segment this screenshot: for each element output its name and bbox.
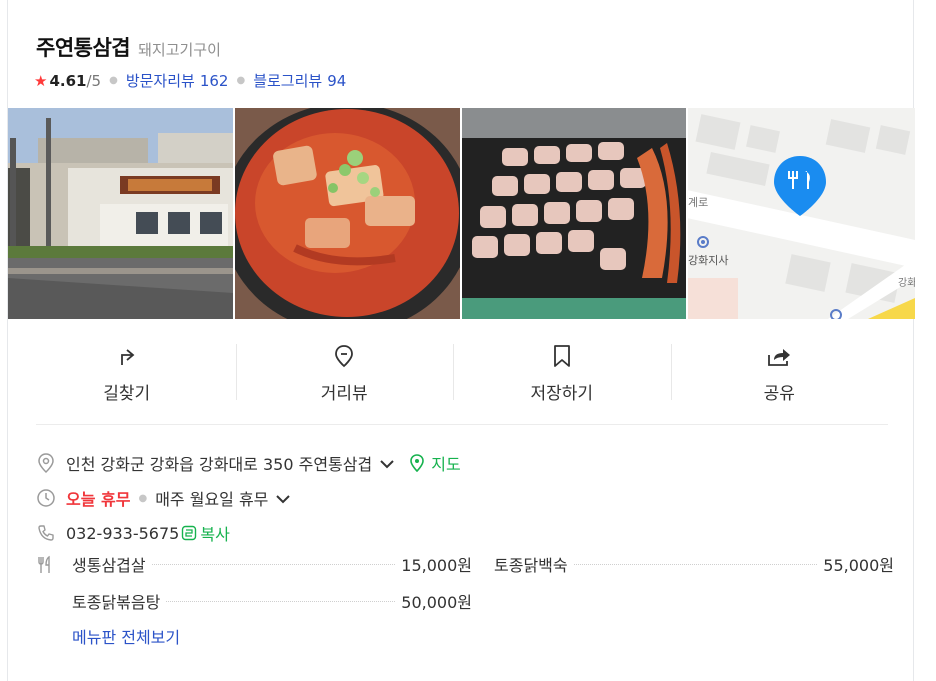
phone-icon [36, 523, 56, 543]
divider [36, 424, 888, 425]
map-link-label: 지도 [431, 455, 461, 474]
view-full-menu-link[interactable]: 메뉴판 전체보기 [72, 624, 180, 648]
visit-review-link[interactable]: 방문자리뷰 162 [126, 70, 229, 91]
menu-item: 생통삼겹살 15,000원 [72, 552, 472, 576]
photo-storefront[interactable] [8, 108, 233, 319]
location-pin-icon [36, 453, 56, 473]
menu-item-name: 토종닭볶음탕 [72, 593, 161, 612]
photo-stew[interactable] [234, 108, 460, 319]
place-name[interactable]: 주연통삼겹 [36, 32, 131, 62]
chevron-down-icon[interactable] [275, 489, 291, 508]
directions-button[interactable]: 길찾기 [18, 336, 236, 406]
rating-value: 4.61 [49, 71, 87, 90]
address-text: 인천 강화군 강화읍 강화대로 350 주연통삼겹 [66, 455, 373, 474]
address-row: 인천 강화군 강화읍 강화대로 350 주연통삼겹 지도 [36, 451, 461, 475]
menu-item: 토종닭백숙 55,000원 [494, 552, 894, 576]
save-label: 저장하기 [530, 384, 594, 404]
map-place-label: 강화지사 [688, 254, 728, 267]
menu-item-price: 15,000원 [401, 556, 472, 575]
weekly-closed-text: 매주 월요일 휴무 [155, 490, 269, 509]
closed-today-status: 오늘 휴무 [66, 490, 131, 509]
visit-review-label: 방문자리뷰 [125, 72, 195, 90]
place-card: 주연통삼겹 돼지고기구이 ★ 4.61 /5 ● 방문자리뷰 162 ● 블로그리… [7, 0, 915, 681]
share-button[interactable]: 공유 [670, 336, 889, 406]
directions-label: 길찾기 [103, 384, 151, 404]
menu-item-price: 50,000원 [401, 593, 472, 612]
place-category: 돼지고기구이 [138, 41, 221, 59]
rating-row: ★ 4.61 /5 ● 방문자리뷰 162 ● 블로그리뷰 94 [34, 70, 346, 91]
share-icon [768, 349, 791, 366]
fork-knife-icon [36, 555, 56, 575]
title-row: 주연통삼겹 돼지고기구이 [36, 32, 221, 62]
phone-row: 032-933-5675 복사 [36, 521, 230, 545]
separator-dot: ● [109, 75, 118, 86]
phone-number[interactable]: 032-933-5675 [66, 524, 179, 543]
action-bar: 길찾기 거리뷰 저장하기 공유 [18, 336, 888, 406]
leader-dots [573, 563, 818, 565]
street-view-button[interactable]: 거리뷰 [235, 336, 454, 406]
copy-icon [182, 525, 197, 541]
chevron-down-icon[interactable] [379, 454, 395, 473]
visit-review-count: 162 [199, 72, 229, 90]
menu-item: 토종닭볶음탕 50,000원 [72, 589, 472, 613]
map-thumbnail[interactable]: 계로 강화지사 강화 [688, 108, 915, 319]
map-link[interactable]: 지도 [399, 451, 461, 475]
separator-dot: ● [138, 492, 148, 504]
photo-strip: 계로 강화지사 강화 [8, 108, 915, 319]
save-button[interactable]: 저장하기 [453, 336, 671, 406]
copy-label: 복사 [200, 525, 230, 544]
map-road-label: 계로 [688, 196, 708, 209]
menu-item-name: 토종닭백숙 [494, 556, 568, 575]
separator-dot: ● [236, 75, 246, 86]
hours-row: 오늘 휴무 ● 매주 월요일 휴무 [36, 486, 291, 510]
copy-button[interactable]: 복사 [181, 521, 230, 545]
star-icon: ★ [34, 71, 48, 90]
share-label: 공유 [763, 384, 795, 404]
street-view-icon [335, 345, 354, 368]
leader-dots [151, 563, 396, 565]
leader-dots [166, 600, 396, 602]
clock-icon [36, 488, 56, 508]
rating-max: /5 [86, 71, 102, 90]
blog-review-label: 블로그리뷰 [253, 72, 323, 90]
street-view-label: 거리뷰 [320, 384, 368, 404]
map-corner-label: 강화 [898, 277, 915, 289]
menu-item-name: 생통삼겹살 [72, 556, 146, 575]
bookmark-icon [553, 345, 570, 367]
map-pin-small-icon [410, 454, 425, 472]
blog-review-link[interactable]: 블로그리뷰 94 [253, 70, 346, 91]
photo-grill[interactable] [461, 108, 687, 319]
blog-review-count: 94 [327, 72, 347, 90]
directions-icon [120, 349, 135, 365]
menu-item-price: 55,000원 [823, 556, 894, 575]
